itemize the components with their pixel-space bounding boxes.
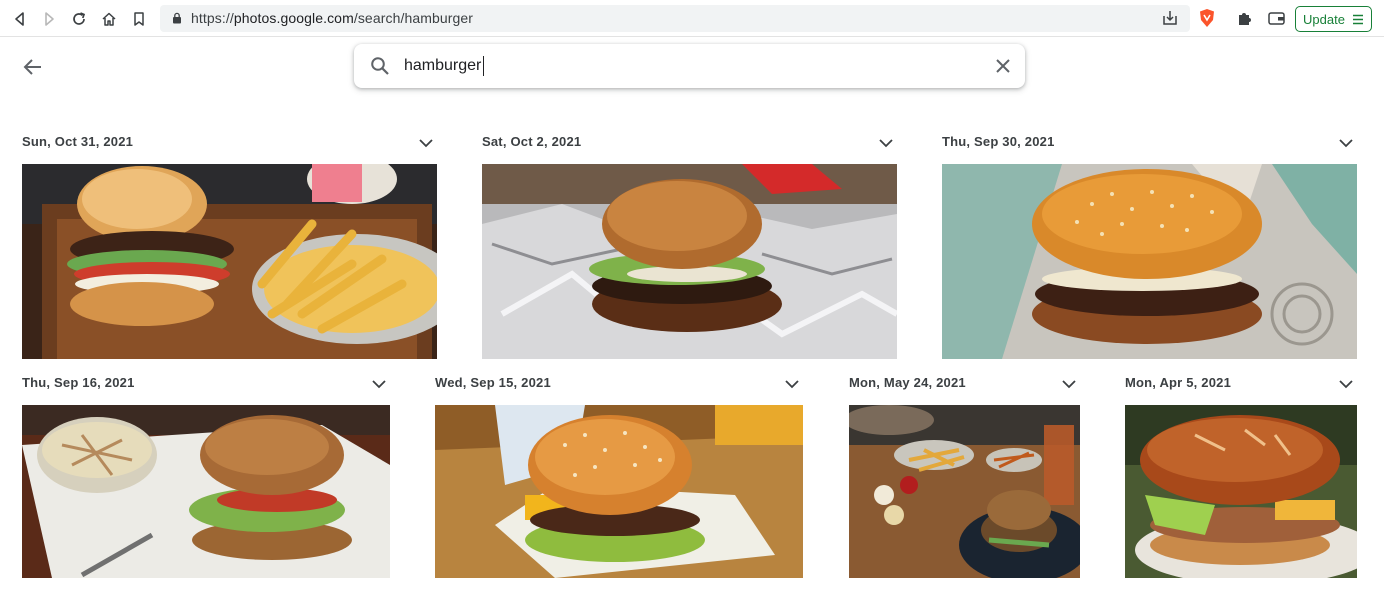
date-header: Sun, Oct 31, 2021 <box>22 131 133 151</box>
chevron-down-icon[interactable] <box>371 376 387 392</box>
menu-icon <box>1353 14 1363 25</box>
address-bar[interactable]: https://photos.google.com/search/hamburg… <box>160 5 1190 32</box>
date-header: Sat, Oct 2, 2021 <box>482 131 581 151</box>
back-icon[interactable] <box>5 4 35 34</box>
chevron-down-icon[interactable] <box>1061 376 1077 392</box>
url-path: /search/hamburger <box>353 10 474 26</box>
photo-thumbnail[interactable] <box>22 405 390 578</box>
date-label: Sat, Oct 2, 2021 <box>482 133 582 149</box>
photo-thumbnail[interactable] <box>1125 405 1357 578</box>
date-header: Mon, Apr 5, 2021 <box>1125 372 1231 392</box>
chevron-down-icon[interactable] <box>1338 376 1354 392</box>
url-host: photos.google.com <box>233 10 354 26</box>
update-label: Update <box>1303 11 1345 27</box>
reload-icon[interactable] <box>64 4 94 34</box>
date-header: Mon, May 24, 2021 <box>849 372 966 392</box>
brave-shield-icon[interactable] <box>1198 8 1216 28</box>
date-label: Thu, Sep 30, 2021 <box>942 133 1055 149</box>
lock-icon <box>173 12 181 24</box>
search-input[interactable] <box>404 55 964 77</box>
url-text: https://photos.google.com/search/hamburg… <box>191 10 473 26</box>
clear-search-icon[interactable] <box>994 57 1012 75</box>
chevron-down-icon[interactable] <box>878 135 894 151</box>
update-button[interactable]: Update <box>1295 6 1372 32</box>
date-label: Thu, Sep 16, 2021 <box>22 374 135 390</box>
date-header: Wed, Sep 15, 2021 <box>435 372 551 392</box>
date-header: Thu, Sep 30, 2021 <box>942 131 1055 151</box>
photo-thumbnail[interactable] <box>942 164 1357 359</box>
chevron-down-icon[interactable] <box>418 135 434 151</box>
date-label: Wed, Sep 15, 2021 <box>435 374 551 390</box>
back-arrow-icon[interactable] <box>22 56 44 78</box>
date-header: Thu, Sep 16, 2021 <box>22 372 135 392</box>
home-icon[interactable] <box>94 4 124 34</box>
photo-thumbnail[interactable] <box>482 164 897 359</box>
extensions-icon[interactable] <box>1236 10 1253 27</box>
chevron-down-icon[interactable] <box>784 376 800 392</box>
bookmark-icon[interactable] <box>124 4 154 34</box>
photo-thumbnail[interactable] <box>849 405 1080 578</box>
download-icon[interactable] <box>1161 9 1179 27</box>
browser-toolbar: https://photos.google.com/search/hamburg… <box>0 0 1384 37</box>
photo-thumbnail[interactable] <box>22 164 437 359</box>
date-label: Mon, Apr 5, 2021 <box>1125 374 1232 390</box>
wallet-icon[interactable] <box>1268 11 1285 26</box>
chevron-down-icon[interactable] <box>1338 135 1354 151</box>
search-bar <box>354 44 1025 88</box>
url-scheme: https:// <box>191 10 234 26</box>
date-label: Sun, Oct 31, 2021 <box>22 133 134 149</box>
date-label: Mon, May 24, 2021 <box>849 374 966 390</box>
forward-icon[interactable] <box>34 4 64 34</box>
search-icon[interactable] <box>370 56 390 76</box>
text-caret <box>483 56 484 76</box>
photo-thumbnail[interactable] <box>435 405 803 578</box>
